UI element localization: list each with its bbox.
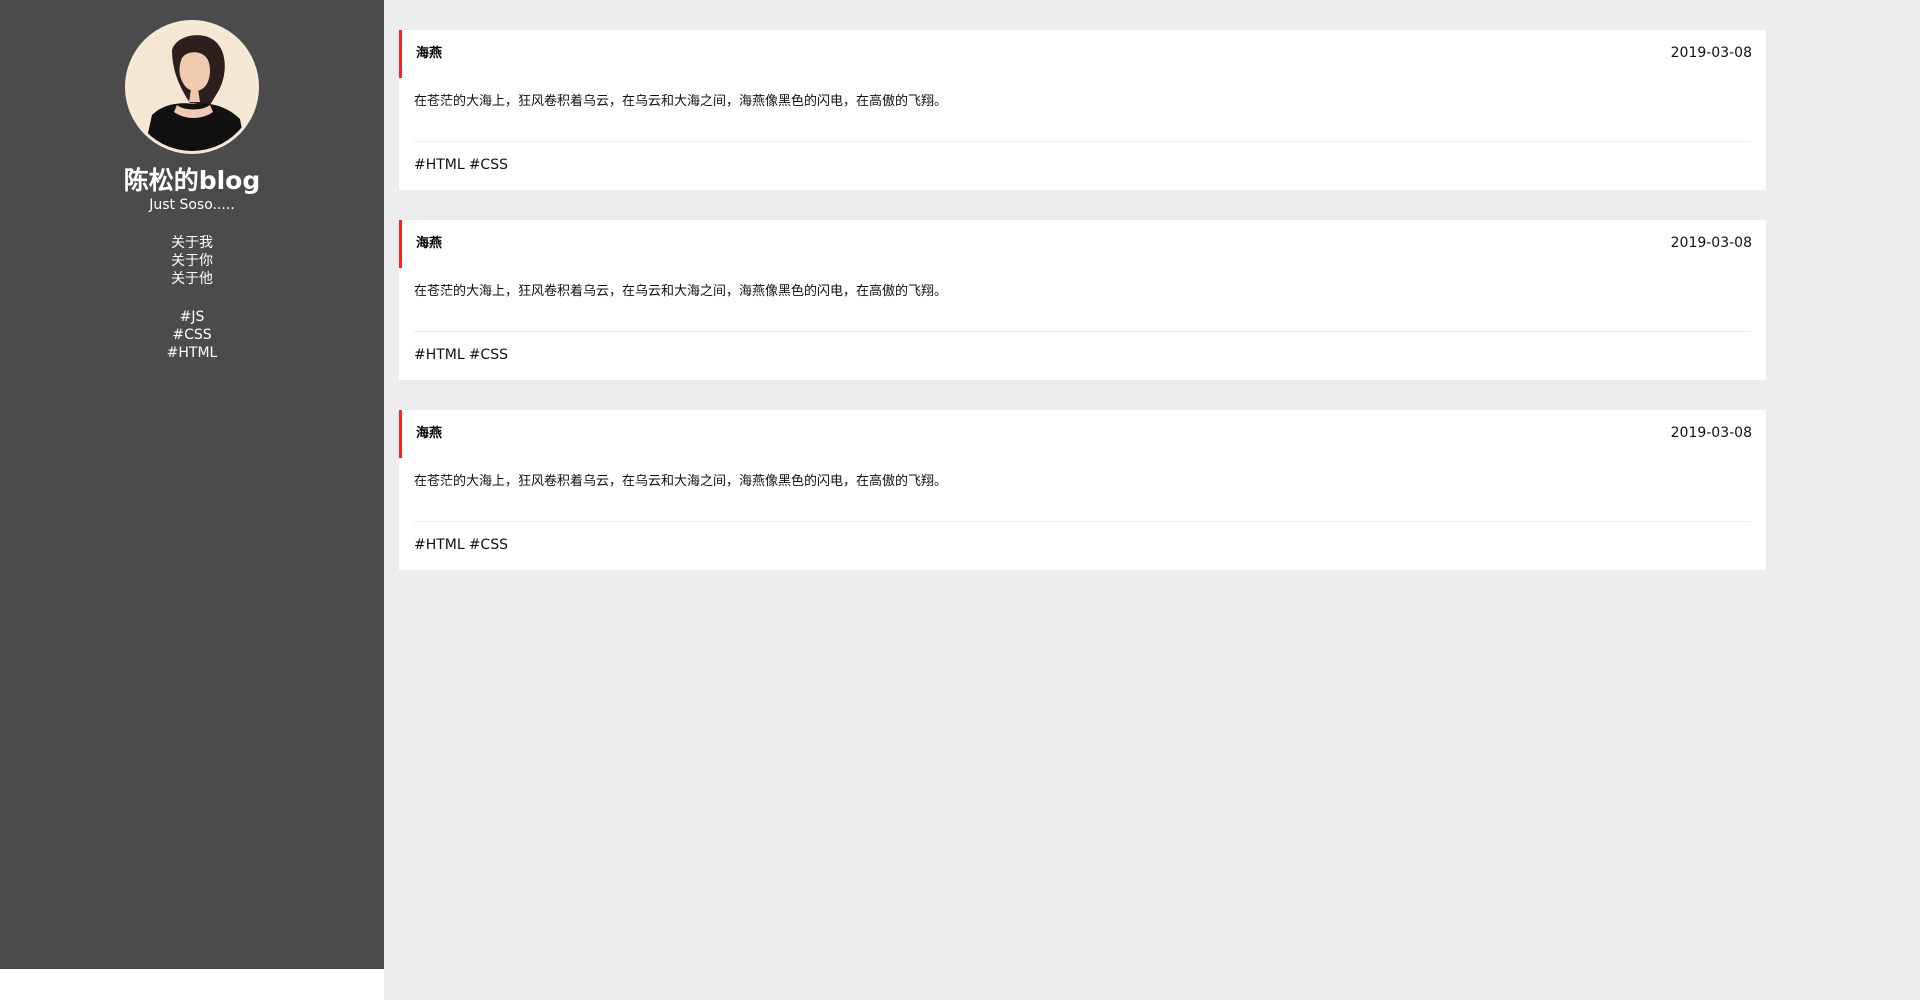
main-content: 海燕 2019-03-08 在苍茫的大海上，狂风卷积着乌云，在乌云和大海之间，海… [384,0,1920,1000]
post-accent-bar [399,410,402,458]
post-divider [414,521,1751,522]
post-tag-html[interactable]: #HTML [414,347,465,363]
avatar[interactable] [125,20,259,154]
post-divider [414,141,1751,142]
post-divider [414,331,1751,332]
avatar-image [128,23,256,151]
blog-subtitle: Just Soso..... [149,197,235,213]
post-body: 在苍茫的大海上，狂风卷积着乌云，在乌云和大海之间，海燕像黑色的闪电，在高傲的飞翔… [414,474,948,489]
post-card: 海燕 2019-03-08 在苍茫的大海上，狂风卷积着乌云，在乌云和大海之间，海… [399,410,1766,570]
post-header: 海燕 2019-03-08 [399,410,1766,458]
post-accent-bar [399,30,402,78]
post-author: 海燕 [416,236,443,251]
sidebar-tag-js[interactable]: #JS [0,308,384,326]
post-header: 海燕 2019-03-08 [399,220,1766,268]
post-accent-bar [399,220,402,268]
post-header: 海燕 2019-03-08 [399,30,1766,78]
sidebar-tag-css[interactable]: #CSS [0,326,384,344]
post-body: 在苍茫的大海上，狂风卷积着乌云，在乌云和大海之间，海燕像黑色的闪电，在高傲的飞翔… [414,284,948,299]
post-tags: #HTML #CSS [414,346,508,364]
post-tag-html[interactable]: #HTML [414,537,465,553]
post-author: 海燕 [416,46,443,61]
post-tag-html[interactable]: #HTML [414,157,465,173]
sidebar-nav-about-me[interactable]: 关于我 [0,234,384,252]
post-card: 海燕 2019-03-08 在苍茫的大海上，狂风卷积着乌云，在乌云和大海之间，海… [399,220,1766,380]
post-tags: #HTML #CSS [414,156,508,174]
blog-title: 陈松的blog [123,166,261,195]
blog-page: 陈松的blog Just Soso..... 关于我 关于你 关于他 #JS #… [0,0,1920,1000]
post-date: 2019-03-08 [1670,45,1752,61]
post-date: 2019-03-08 [1670,235,1752,251]
post-tags: #HTML #CSS [414,536,508,554]
post-date: 2019-03-08 [1670,425,1752,441]
sidebar-nav-about-him[interactable]: 关于他 [0,270,384,288]
post-body: 在苍茫的大海上，狂风卷积着乌云，在乌云和大海之间，海燕像黑色的闪电，在高傲的飞翔… [414,94,948,109]
post-tag-css[interactable]: #CSS [469,157,508,173]
sidebar-nav: 关于我 关于你 关于他 [0,234,384,288]
post-card: 海燕 2019-03-08 在苍茫的大海上，狂风卷积着乌云，在乌云和大海之间，海… [399,30,1766,190]
post-tag-css[interactable]: #CSS [469,537,508,553]
post-author: 海燕 [416,426,443,441]
sidebar-tag-html[interactable]: #HTML [0,344,384,362]
post-tag-css[interactable]: #CSS [469,347,508,363]
sidebar-tags: #JS #CSS #HTML [0,308,384,362]
sidebar: 陈松的blog Just Soso..... 关于我 关于你 关于他 #JS #… [0,0,384,969]
sidebar-nav-about-you[interactable]: 关于你 [0,252,384,270]
